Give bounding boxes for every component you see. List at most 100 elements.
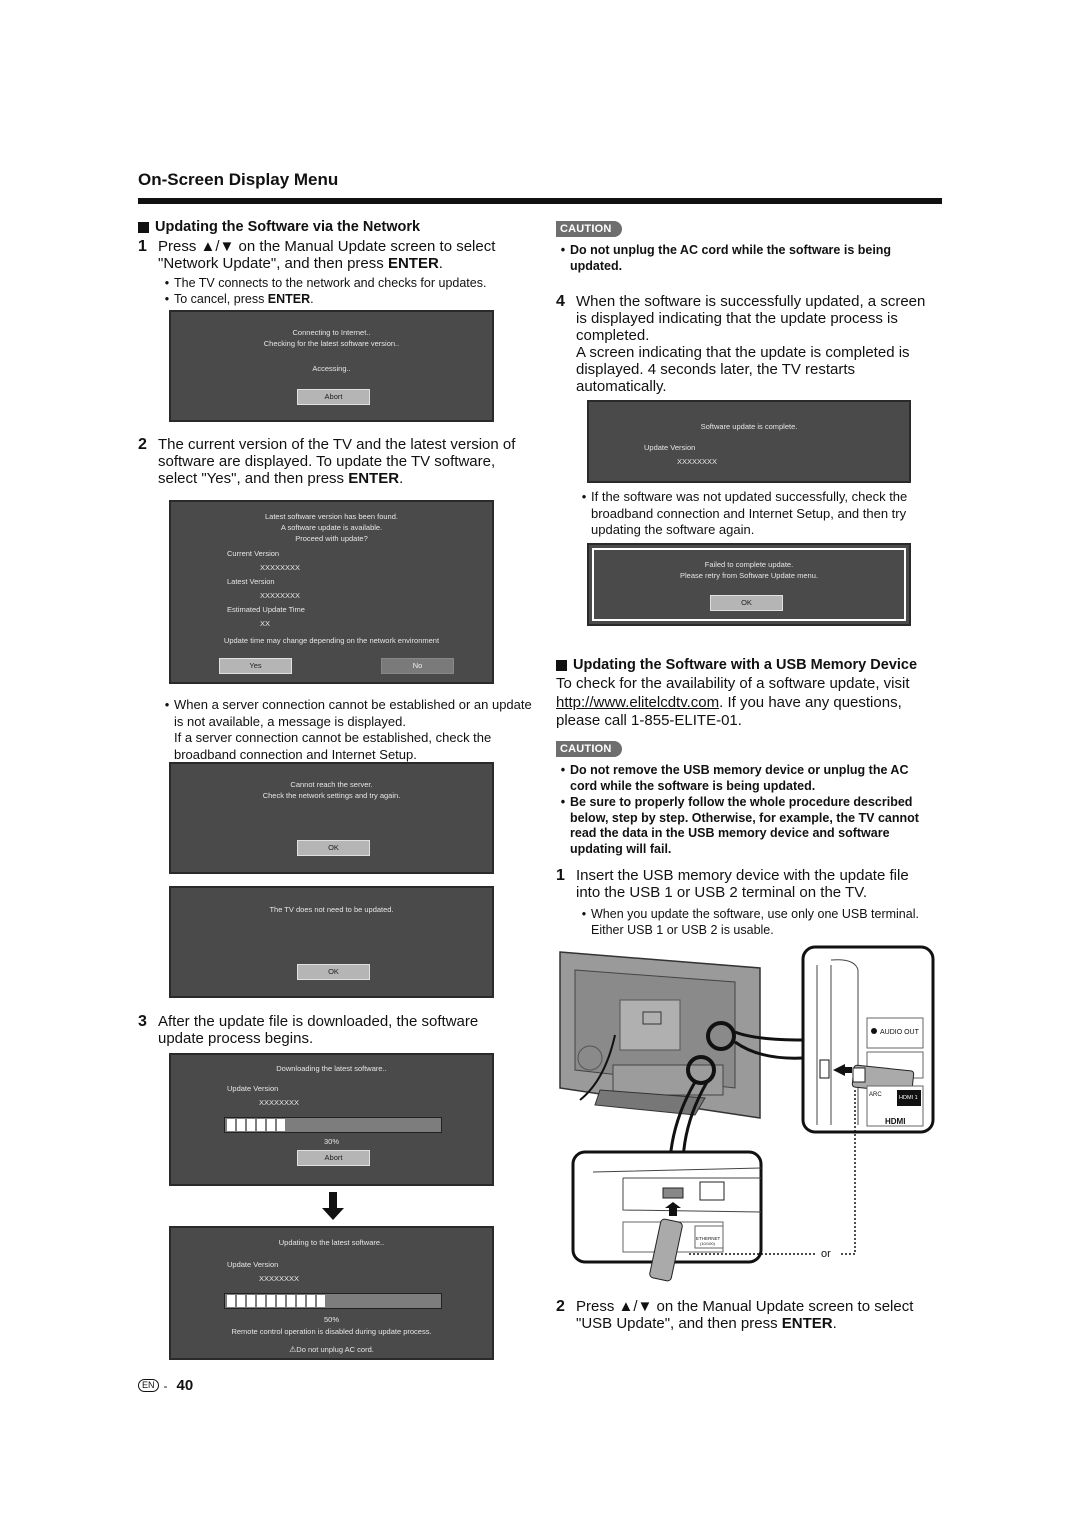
- audio-out-jack-icon: [871, 1028, 877, 1034]
- osd-status-text: Accessing..: [312, 364, 351, 373]
- osd-text: A software update is available.: [280, 523, 383, 532]
- update-version-label: Update Version: [644, 443, 696, 452]
- no-button[interactable]: No: [381, 658, 454, 674]
- website-link[interactable]: http://www.elitelcdtv.com: [556, 694, 719, 711]
- update-version-value: XXXXXXXX: [259, 1274, 300, 1283]
- osd-warning: ⚠Do not unplug AC cord.: [289, 1345, 374, 1354]
- usb-step-1: 1 Insert the USB memory device with the …: [556, 867, 936, 901]
- osd-text: Proceed with update?: [295, 534, 368, 543]
- progress-segment: [317, 1295, 325, 1307]
- svg-text:HDMI 1: HDMI 1: [899, 1095, 918, 1101]
- osd-text: Downloading the latest software..: [276, 1064, 387, 1073]
- server-note: • When a server connection cannot be est…: [164, 697, 532, 762]
- svg-text:AUDIO OUT: AUDIO OUT: [880, 1029, 920, 1036]
- progress-segment: [257, 1295, 265, 1307]
- osd-updating-screen: Updating to the latest software.. Update…: [169, 1226, 494, 1360]
- progress-percent-text: 50%: [323, 1315, 339, 1324]
- fail-note: • If the software was not updated success…: [581, 489, 908, 537]
- osd-text: Software update is complete.: [700, 422, 798, 431]
- ethernet-port-icon: [699, 1181, 725, 1201]
- side-terminal-detail: AUDIO OUT ARC HDMI 1 HDMI: [801, 945, 935, 1134]
- current-version-label: Current Version: [227, 549, 280, 558]
- network-step-2: 2 The current version of the TV and the …: [138, 436, 528, 487]
- osd-cannot-reach-screen: Cannot reach the server. Check the netwo…: [169, 762, 494, 874]
- abort-button[interactable]: Abort: [297, 389, 370, 405]
- estimated-time-value: XX: [260, 619, 271, 628]
- ok-button[interactable]: OK: [297, 840, 370, 856]
- tv-back-illustration: [559, 951, 761, 1119]
- network-heading: Updating the Software via the Network: [138, 219, 420, 235]
- up-down-arrow-icon: ▲/▼: [618, 1298, 653, 1315]
- osd-note: Remote control operation is disabled dur…: [231, 1327, 432, 1336]
- update-version-value: XXXXXXXX: [677, 457, 718, 466]
- usb-caution-bullet-1: • Do not remove the USB memory device or …: [560, 763, 909, 793]
- step-text: The current version of the TV and the la…: [158, 436, 516, 487]
- caution-badge-2: CAUTION: [556, 739, 622, 757]
- ok-button[interactable]: OK: [297, 964, 370, 980]
- bottom-terminal-detail: ETHERNET (10/100): [571, 1150, 763, 1282]
- network-step-1: 1 Press ▲/▼ on the Manual Update screen …: [138, 238, 528, 272]
- section-title: On-Screen Display Menu: [138, 170, 339, 189]
- usb-connection-illustration: AUDIO OUT ARC HDMI 1 HDMI ETHERNET (10/1…: [559, 945, 935, 1282]
- osd-no-update-screen: The TV does not need to be updated. OK: [169, 886, 494, 998]
- caution-badge-1: CAUTION: [556, 219, 622, 237]
- step-text: Press ▲/▼ on the Manual Update screen to…: [576, 1298, 914, 1332]
- osd-update-found-screen: Latest software version has been found. …: [169, 500, 494, 684]
- yes-button[interactable]: Yes: [219, 658, 292, 674]
- osd-text: Failed to complete update.: [704, 560, 794, 569]
- osd-downloading-screen: Downloading the latest software.. Update…: [169, 1053, 494, 1186]
- step-number: 2: [138, 436, 147, 453]
- usb-step-2: 2 Press ▲/▼ on the Manual Update screen …: [556, 1298, 936, 1332]
- step-number: 3: [138, 1013, 147, 1030]
- svg-text:(10/100): (10/100): [700, 1241, 716, 1246]
- step-text: When the software is successfully update…: [576, 293, 926, 395]
- square-bullet-icon: [556, 659, 567, 671]
- page-footer: EN - 40: [138, 1377, 193, 1394]
- progress-segment: [247, 1119, 255, 1131]
- down-arrow-icon: [322, 1192, 344, 1220]
- step-text: After the update file is downloaded, the…: [158, 1013, 479, 1047]
- progress-segment: [267, 1119, 275, 1131]
- usb-heading: Updating the Software with a USB Memory …: [556, 657, 917, 673]
- osd-note: Update time may change depending on the …: [223, 636, 440, 645]
- update-progress-bar: [224, 1293, 442, 1309]
- usb-heading-text: Updating the Software with a USB Memory …: [573, 657, 918, 673]
- osd-text: Latest software version has been found.: [264, 512, 398, 521]
- progress-segment: [307, 1295, 315, 1307]
- title-rule: [138, 198, 942, 204]
- osd-text: Checking for the latest software version…: [263, 339, 400, 348]
- current-version-value: XXXXXXXX: [260, 563, 301, 572]
- osd-text: Please retry from Software Update menu.: [680, 571, 818, 580]
- update-version-label: Update Version: [227, 1260, 279, 1269]
- osd-text: Updating to the latest software..: [278, 1238, 385, 1247]
- page-number: 40: [176, 1377, 194, 1394]
- usb-intro: To check for the availability of a softw…: [556, 675, 910, 729]
- up-down-arrow-icon: ▲/▼: [200, 238, 235, 255]
- step-text: Press ▲/▼ on the Manual Update screen to…: [158, 238, 496, 272]
- step-number: 2: [556, 1298, 565, 1315]
- osd-text: Connecting to Internet..: [292, 328, 371, 337]
- progress-segment: [297, 1295, 305, 1307]
- ok-button[interactable]: OK: [710, 595, 783, 611]
- usb-port-icon: [662, 1187, 684, 1199]
- step-number: 1: [138, 238, 147, 255]
- abort-button[interactable]: Abort: [297, 1150, 370, 1166]
- osd-complete-screen: Software update is complete. Update Vers…: [587, 400, 911, 483]
- progress-segment: [287, 1295, 295, 1307]
- progress-segment: [227, 1119, 235, 1131]
- update-version-value: XXXXXXXX: [259, 1098, 300, 1107]
- progress-segment: [227, 1295, 235, 1307]
- osd-failed-screen-frame: Failed to complete update. Please retry …: [587, 543, 911, 626]
- osd-failed-screen: Failed to complete update. Please retry …: [592, 548, 906, 621]
- usb-caution-bullet-2: • Be sure to properly follow the whole pr…: [560, 795, 919, 856]
- network-step-3: 3 After the update file is downloaded, t…: [138, 1013, 528, 1047]
- progress-segment: [277, 1119, 285, 1131]
- latest-version-value: XXXXXXXX: [260, 591, 301, 600]
- language-badge-icon: EN: [138, 1379, 159, 1392]
- network-step1-bullet-1: • The TV connects to the network and chec…: [164, 276, 487, 290]
- latest-version-label: Latest Version: [227, 577, 275, 586]
- progress-segment: [277, 1295, 285, 1307]
- download-progress-bar: [224, 1117, 442, 1133]
- progress-percent-text: 30%: [323, 1137, 339, 1146]
- usb-step1-bullet: • When you update the software, use only …: [581, 907, 919, 937]
